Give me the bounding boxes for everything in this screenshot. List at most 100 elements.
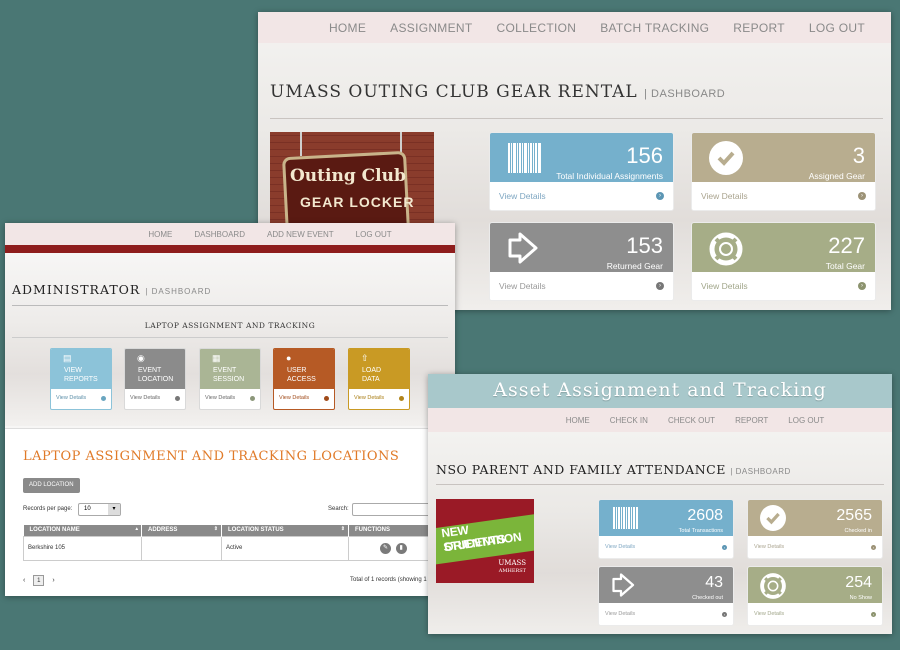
view-details-link[interactable]: View Details › bbox=[490, 182, 673, 210]
page-number[interactable]: 1 bbox=[33, 575, 45, 586]
nav-assignment[interactable]: ASSIGNMENT bbox=[390, 21, 472, 35]
tile-label: EVENT LOCATION bbox=[138, 367, 174, 383]
orientation-logo: NEW STUDENTS ORIENTATION UMASS AMHERST bbox=[436, 499, 534, 583]
cell-location-name: Berkshire 105 bbox=[23, 535, 142, 561]
chevron-down-icon: ▾ bbox=[108, 504, 120, 515]
card-label: Assigned Gear bbox=[808, 171, 865, 181]
page-title: UMASS OUTING CLUB GEAR RENTAL | DASHBOAR… bbox=[270, 82, 725, 102]
arrow-right-icon: › bbox=[871, 544, 876, 550]
nav-check-in[interactable]: CHECK IN bbox=[610, 416, 648, 425]
prev-page-icon[interactable]: ‹ bbox=[23, 577, 25, 584]
tile-label: VIEW REPORTS bbox=[64, 367, 98, 383]
view-details-link[interactable]: View Details bbox=[200, 387, 260, 409]
tile-view-reports[interactable]: ▤ VIEW REPORTS View Details bbox=[50, 348, 112, 410]
user-icon: ● bbox=[286, 353, 292, 363]
section-title: LAPTOP ASSIGNMENT AND TRACKING bbox=[144, 321, 316, 330]
life-ring-icon bbox=[708, 231, 744, 272]
trash-icon[interactable]: ▮ bbox=[395, 542, 407, 554]
view-details-link[interactable]: View Details bbox=[349, 387, 409, 409]
table-header-row: LOCATION NAME ▴ ADDRESS ⇕ LOCATION STATUS ⇕… bbox=[23, 525, 455, 536]
view-details-link[interactable]: View Details bbox=[274, 387, 334, 409]
divider bbox=[12, 305, 448, 306]
card-checked-in: 2565 Checked in View Details › bbox=[747, 499, 883, 559]
col-location-name[interactable]: LOCATION NAME ▴ bbox=[23, 525, 142, 536]
arrow-right-icon bbox=[324, 395, 329, 401]
records-total: Total of 1 records (showing 1 t bbox=[350, 577, 431, 583]
pagination: ‹ 1 › bbox=[23, 575, 55, 586]
tile-event-session[interactable]: ▦ EVENT SESSION View Details bbox=[199, 348, 261, 410]
tile-user-access[interactable]: ● USER ACCESS View Details bbox=[273, 348, 335, 410]
records-per-page-label: Records per page: bbox=[23, 506, 73, 512]
sort-icon: ▴ bbox=[135, 526, 138, 532]
view-details-link[interactable]: View Details bbox=[125, 387, 185, 409]
records-per-page-select[interactable]: 10 ▾ bbox=[78, 503, 121, 516]
logo-text-3: UMASS AMHERST bbox=[498, 559, 526, 575]
top-nav: HOME ASSIGNMENT COLLECTION BATCH TRACKIN… bbox=[258, 12, 891, 43]
view-details-text: View Details bbox=[499, 281, 546, 291]
page-title-text: UMASS OUTING CLUB GEAR RENTAL bbox=[270, 82, 638, 102]
card-value: 156 bbox=[626, 143, 663, 168]
arrow-right-icon: › bbox=[722, 544, 727, 550]
page-subtitle: | DASHBOARD bbox=[644, 88, 726, 100]
view-details-link[interactable]: View Details › bbox=[490, 272, 673, 300]
view-details-link[interactable]: View Details › bbox=[748, 536, 882, 558]
view-details-text: View Details bbox=[701, 281, 748, 291]
nav-dashboard[interactable]: DASHBOARD bbox=[194, 230, 245, 239]
administrator-window: HOME DASHBOARD ADD NEW EVENT LOG OUT ADM… bbox=[5, 223, 455, 596]
cell-location-status: Active bbox=[221, 535, 349, 561]
card-value: 2608 bbox=[687, 507, 723, 524]
edit-icon[interactable]: ✎ bbox=[380, 542, 391, 554]
view-details-text: View Details bbox=[701, 191, 748, 201]
top-nav: HOME DASHBOARD ADD NEW EVENT LOG OUT bbox=[5, 223, 455, 245]
tile-load-data[interactable]: ⇧ LOAD DATA View Details bbox=[348, 348, 410, 410]
view-details-link[interactable]: View Details › bbox=[748, 603, 882, 625]
view-details-link[interactable]: View Details › bbox=[692, 182, 875, 210]
nav-report[interactable]: REPORT bbox=[733, 21, 785, 35]
sign-in-arrow-icon bbox=[506, 232, 542, 269]
col-address[interactable]: ADDRESS ⇕ bbox=[141, 525, 222, 536]
arrow-right-icon bbox=[101, 395, 106, 401]
page-title-text: NSO PARENT AND FAMILY ATTENDANCE bbox=[436, 462, 726, 477]
tile-event-location[interactable]: ◉ EVENT LOCATION View Details bbox=[124, 348, 186, 410]
app-header: Asset Assignment and Tracking bbox=[428, 374, 892, 408]
arrow-right-icon: › bbox=[871, 611, 876, 617]
view-details-text: View Details bbox=[605, 544, 636, 550]
nav-home[interactable]: HOME bbox=[566, 416, 590, 425]
view-details-text: View Details bbox=[499, 191, 546, 201]
nav-add-new-event[interactable]: ADD NEW EVENT bbox=[267, 230, 334, 239]
tile-label: USER ACCESS bbox=[287, 367, 316, 383]
add-location-button[interactable]: ADD LOCATION bbox=[23, 478, 80, 493]
search-label: Search: bbox=[328, 506, 349, 512]
nav-collection[interactable]: COLLECTION bbox=[497, 21, 577, 35]
sort-icon: ⇕ bbox=[340, 526, 345, 532]
nav-batch-tracking[interactable]: BATCH TRACKING bbox=[600, 21, 709, 35]
card-label: Total Gear bbox=[825, 261, 865, 271]
view-details-link[interactable]: View Details › bbox=[599, 536, 733, 558]
nav-home[interactable]: HOME bbox=[148, 230, 172, 239]
table-row: Berkshire 105 Active ✎ ▮ bbox=[23, 535, 455, 561]
card-label: Returned Gear bbox=[606, 261, 663, 271]
view-details-link[interactable]: View Details bbox=[51, 387, 111, 409]
view-details-link[interactable]: View Details › bbox=[692, 272, 875, 300]
col-location-status[interactable]: LOCATION STATUS ⇕ bbox=[221, 525, 349, 536]
locations-table: LOCATION NAME ▴ ADDRESS ⇕ LOCATION STATUS ⇕… bbox=[23, 525, 455, 561]
arrow-right-icon: › bbox=[722, 611, 727, 617]
view-details-link[interactable]: View Details › bbox=[599, 603, 733, 625]
nav-log-out[interactable]: LOG OUT bbox=[788, 416, 824, 425]
card-value: 3 bbox=[852, 143, 865, 168]
card-label: Total Individual Assignments bbox=[556, 171, 663, 181]
cell-address bbox=[141, 535, 222, 561]
nav-log-out[interactable]: LOG OUT bbox=[809, 21, 865, 35]
nav-log-out[interactable]: LOG OUT bbox=[356, 230, 392, 239]
nav-check-out[interactable]: CHECK OUT bbox=[668, 416, 715, 425]
divider bbox=[12, 337, 448, 338]
arrow-right-icon: › bbox=[858, 192, 866, 200]
next-page-icon[interactable]: › bbox=[52, 577, 54, 584]
card-no-show: 254 No Show View Details › bbox=[747, 566, 883, 626]
nav-home[interactable]: HOME bbox=[329, 21, 366, 35]
card-checked-out: 43 Checked out View Details › bbox=[598, 566, 734, 626]
page-subtitle: | DASHBOARD bbox=[730, 467, 791, 476]
card-value: 227 bbox=[828, 233, 865, 258]
nav-report[interactable]: REPORT bbox=[735, 416, 768, 425]
card-label: Checked in bbox=[844, 528, 872, 534]
